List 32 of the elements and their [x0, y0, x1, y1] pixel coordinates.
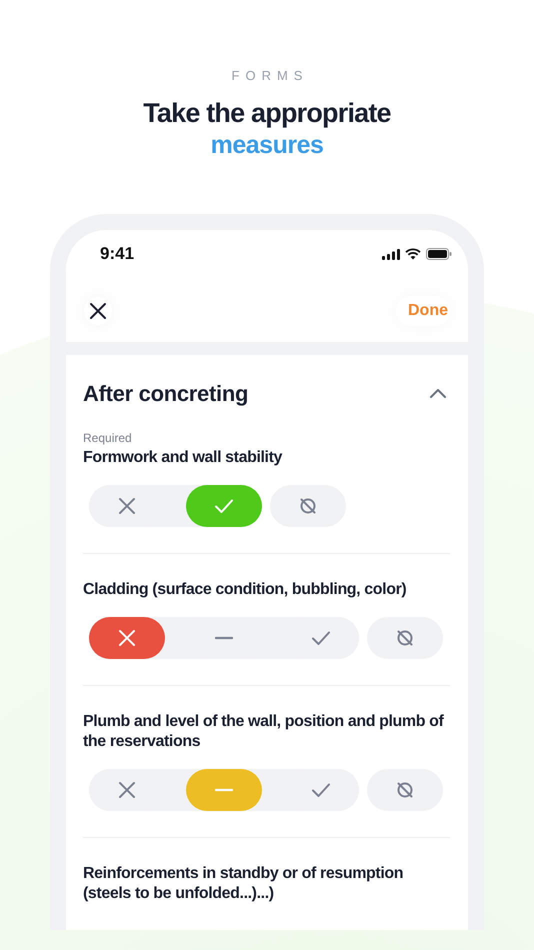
battery-icon: [426, 248, 452, 260]
headline-highlight: measures: [210, 131, 324, 160]
item-title: Formwork and wall stability: [83, 448, 284, 468]
wifi-icon: [405, 248, 421, 260]
item-title: Plumb and level of the wall, position and plumb of the reservations: [83, 712, 445, 752]
close-button[interactable]: [84, 297, 112, 325]
signal-icon: [382, 248, 400, 260]
dash-icon: [215, 636, 233, 640]
check-icon: [312, 781, 330, 799]
x-icon: [118, 629, 136, 647]
not-applicable-icon: [299, 497, 317, 515]
close-icon: [89, 302, 107, 320]
headline: Take the appropriate: [143, 98, 391, 129]
item-title: Cladding (surface condition, bubbling, color): [83, 580, 408, 600]
pass-option[interactable]: [186, 485, 262, 527]
not-applicable-icon: [396, 781, 414, 799]
na-option[interactable]: [270, 485, 346, 527]
item-title: Reinforcements in standby or of resumption (steels to be unfolded...)...): [83, 864, 404, 904]
required-label: Required: [83, 431, 133, 445]
section-title: After concreting: [83, 381, 248, 407]
done-button[interactable]: Done: [396, 296, 450, 326]
dash-icon: [215, 788, 233, 792]
x-icon: [118, 497, 136, 515]
na-option[interactable]: [367, 617, 443, 659]
fail-option[interactable]: [89, 617, 165, 659]
x-icon: [118, 781, 136, 799]
status-time: 9:41: [100, 244, 134, 264]
eyebrow-label: FORMS: [232, 68, 308, 83]
not-applicable-icon: [396, 629, 414, 647]
na-option[interactable]: [367, 769, 443, 811]
check-icon: [215, 497, 233, 515]
check-icon: [312, 629, 330, 647]
